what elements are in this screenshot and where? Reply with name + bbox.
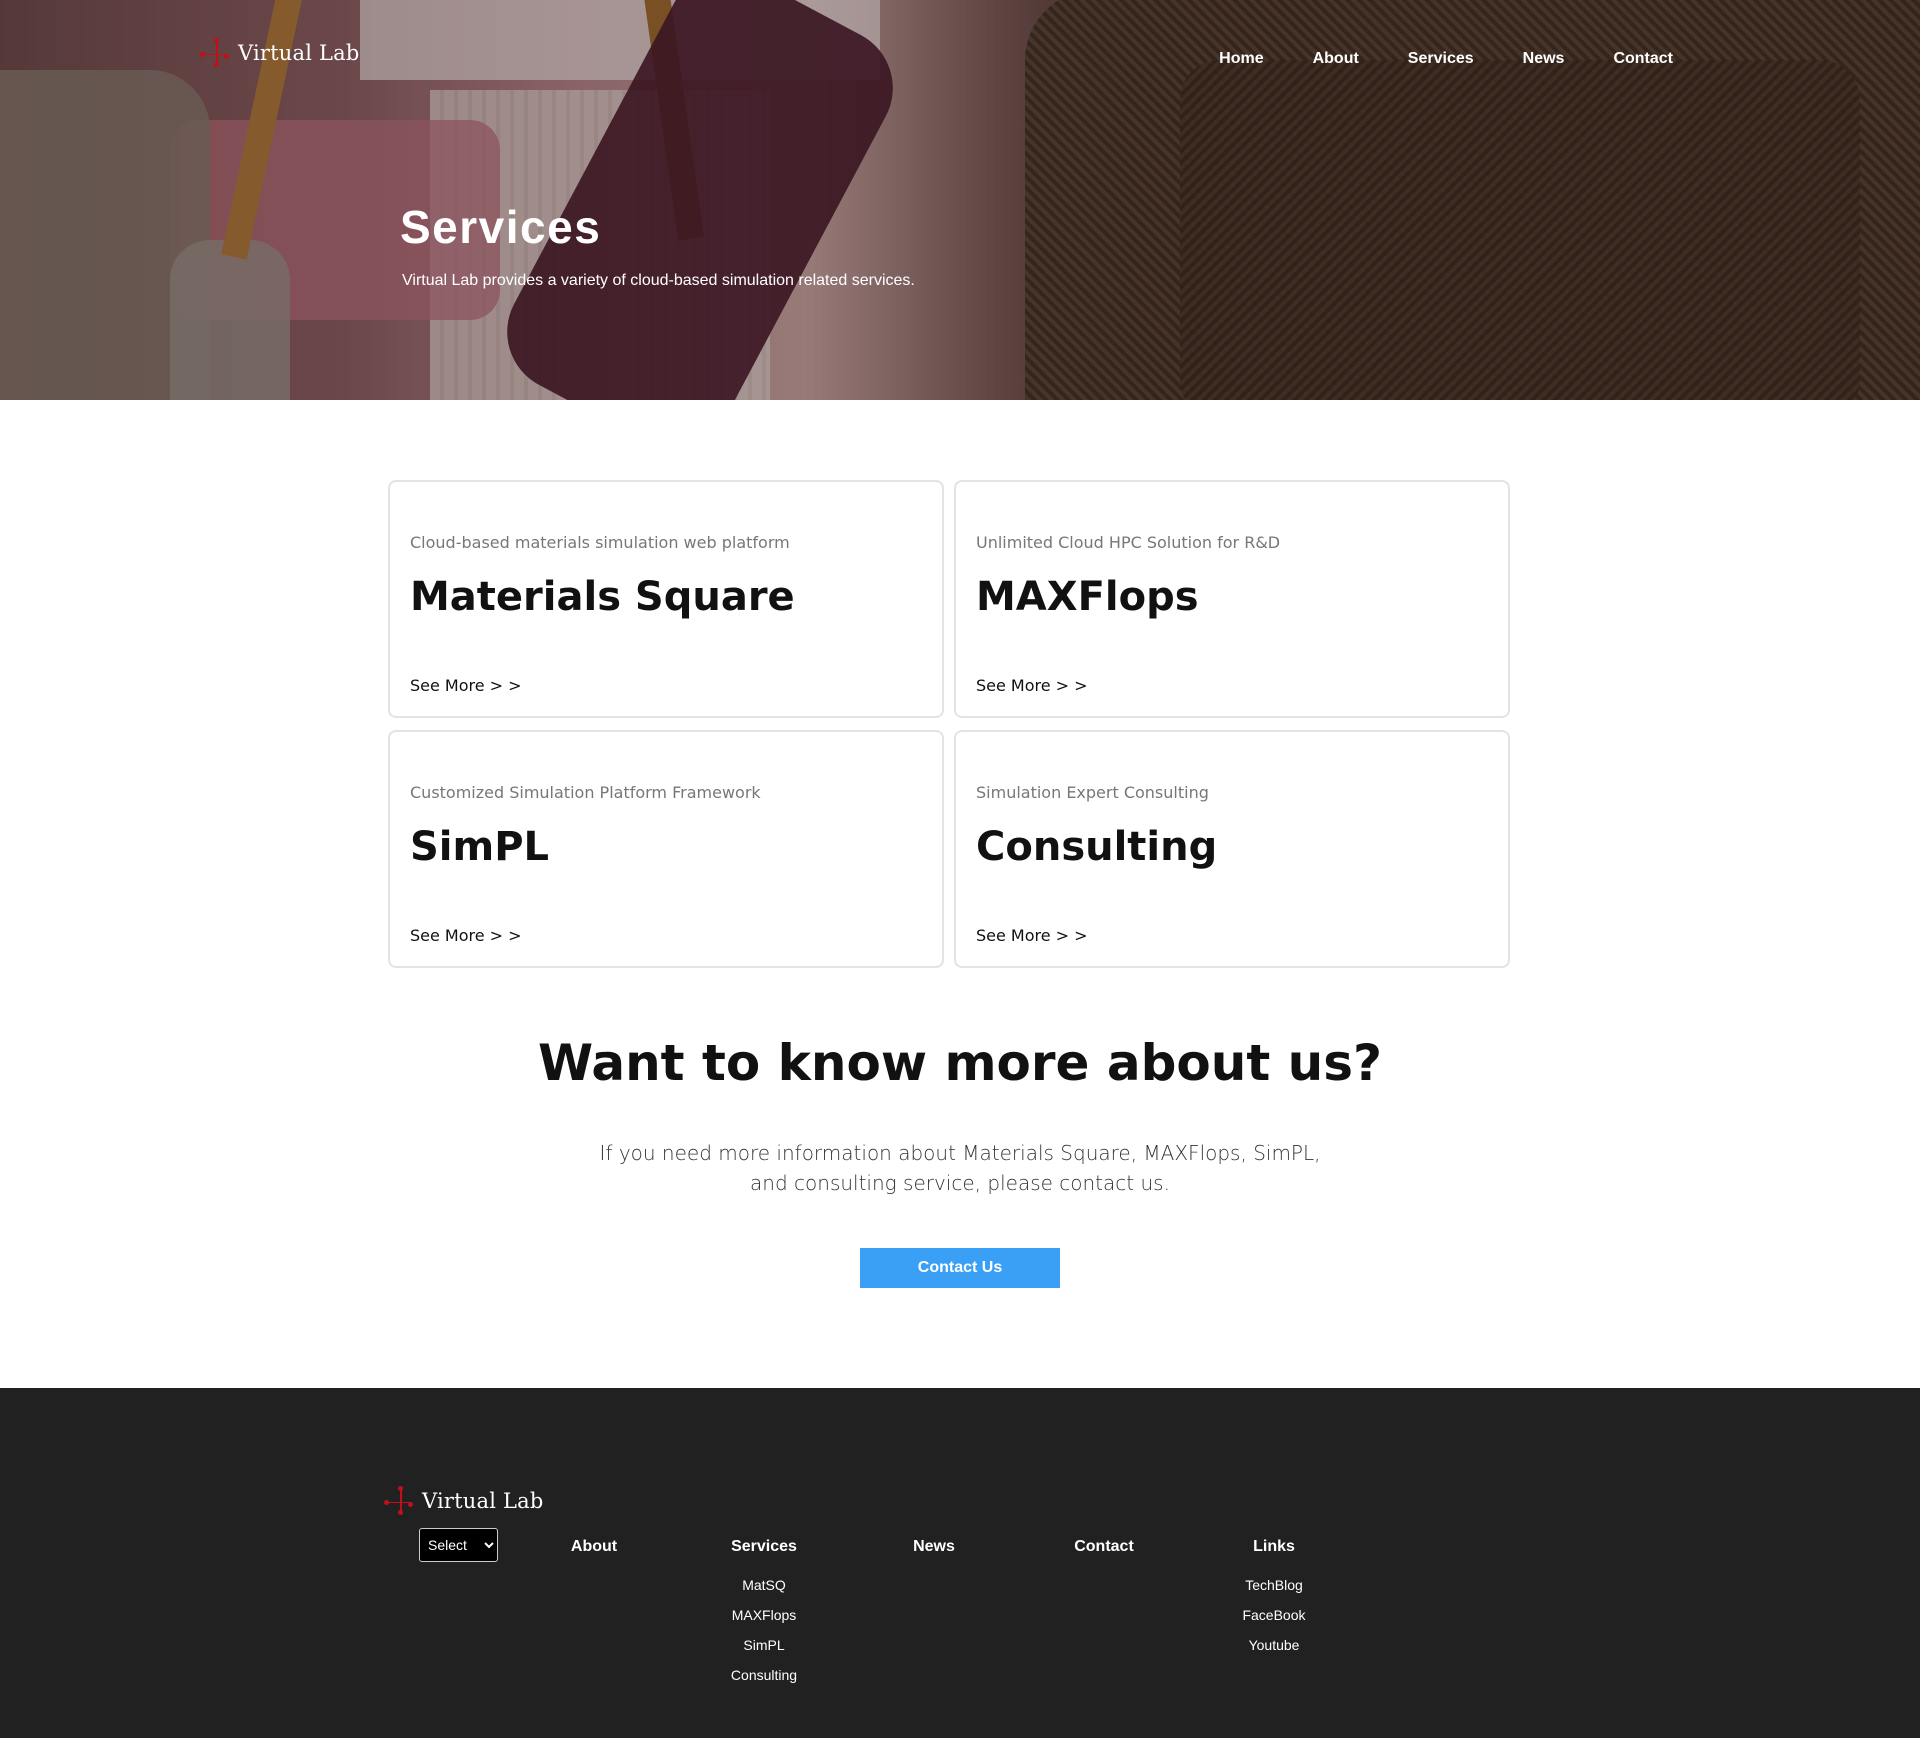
service-card-title: Materials Square	[410, 574, 795, 620]
service-card-kicker: Simulation Expert Consulting	[976, 783, 1209, 802]
footer-column-contact: Contact	[1034, 1532, 1174, 1570]
footer-column-services: Services MatSQ MAXFlops SimPL Consulting	[694, 1532, 834, 1690]
footer-heading-services[interactable]: Services	[694, 1532, 834, 1562]
hero-banner: Virtual Lab Home About Services News Con…	[0, 0, 1920, 400]
service-card-kicker: Customized Simulation Platform Framework	[410, 783, 761, 802]
footer-brand-logo[interactable]: Virtual Lab	[382, 1484, 544, 1518]
nav-home[interactable]: Home	[1219, 50, 1263, 68]
service-card-materials-square[interactable]: Cloud-based materials simulation web pla…	[388, 480, 944, 718]
logo-molecule-icon	[198, 36, 232, 70]
main-nav: Home About Services News Contact	[1219, 50, 1673, 68]
brand-logo[interactable]: Virtual Lab	[198, 36, 360, 70]
see-more-link[interactable]: See More > >	[976, 676, 1088, 695]
service-card-kicker: Cloud-based materials simulation web pla…	[410, 533, 790, 552]
cta-description: If you need more information about Mater…	[0, 1138, 1920, 1198]
logo-molecule-icon	[382, 1484, 416, 1518]
service-card-simpl[interactable]: Customized Simulation Platform Framework…	[388, 730, 944, 968]
see-more-link[interactable]: See More > >	[410, 926, 522, 945]
footer-heading-links[interactable]: Links	[1204, 1532, 1344, 1562]
brand-name: Virtual Lab	[238, 41, 360, 65]
footer-brand-name: Virtual Lab	[422, 1489, 544, 1513]
footer-link-consulting[interactable]: Consulting	[694, 1660, 834, 1690]
see-more-link[interactable]: See More > >	[410, 676, 522, 695]
footer-link-maxflops[interactable]: MAXFlops	[694, 1600, 834, 1630]
cta-description-line: If you need more information about Mater…	[599, 1141, 1321, 1165]
footer-link-techblog[interactable]: TechBlog	[1204, 1570, 1344, 1600]
nav-news[interactable]: News	[1523, 50, 1565, 68]
footer-heading-about[interactable]: About	[524, 1532, 664, 1562]
footer-heading-contact[interactable]: Contact	[1034, 1532, 1174, 1562]
site-footer: Virtual Lab Select About Services MatSQ …	[0, 1388, 1920, 1738]
footer-link-facebook[interactable]: FaceBook	[1204, 1600, 1344, 1630]
cta-heading: Want to know more about us?	[537, 1034, 1383, 1092]
footer-heading-news[interactable]: News	[864, 1532, 1004, 1562]
language-select[interactable]: Select	[419, 1528, 498, 1562]
nav-services[interactable]: Services	[1408, 50, 1474, 68]
footer-column-news: News	[864, 1532, 1004, 1570]
footer-link-youtube[interactable]: Youtube	[1204, 1630, 1344, 1660]
service-card-kicker: Unlimited Cloud HPC Solution for R&D	[976, 533, 1281, 552]
footer-column-about: About	[524, 1532, 664, 1570]
footer-link-matsq[interactable]: MatSQ	[694, 1570, 834, 1600]
footer-link-simpl[interactable]: SimPL	[694, 1630, 834, 1660]
service-card-consulting[interactable]: Simulation Expert Consulting Consulting …	[954, 730, 1510, 968]
page-title: Services	[400, 201, 602, 253]
nav-about[interactable]: About	[1313, 50, 1359, 68]
service-card-title: SimPL	[410, 824, 550, 870]
services-grid: Cloud-based materials simulation web pla…	[388, 480, 1510, 968]
page-subtitle: Virtual Lab provides a variety of cloud-…	[402, 272, 915, 289]
service-card-maxflops[interactable]: Unlimited Cloud HPC Solution for R&D MAX…	[954, 480, 1510, 718]
see-more-link[interactable]: See More > >	[976, 926, 1088, 945]
cta-description-line: and consulting service, please contact u…	[750, 1171, 1170, 1195]
service-card-title: Consulting	[976, 824, 1218, 870]
contact-us-button[interactable]: Contact Us	[860, 1248, 1060, 1288]
service-card-title: MAXFlops	[976, 574, 1199, 620]
footer-column-links: Links TechBlog FaceBook Youtube	[1204, 1532, 1344, 1660]
nav-contact[interactable]: Contact	[1613, 50, 1673, 68]
